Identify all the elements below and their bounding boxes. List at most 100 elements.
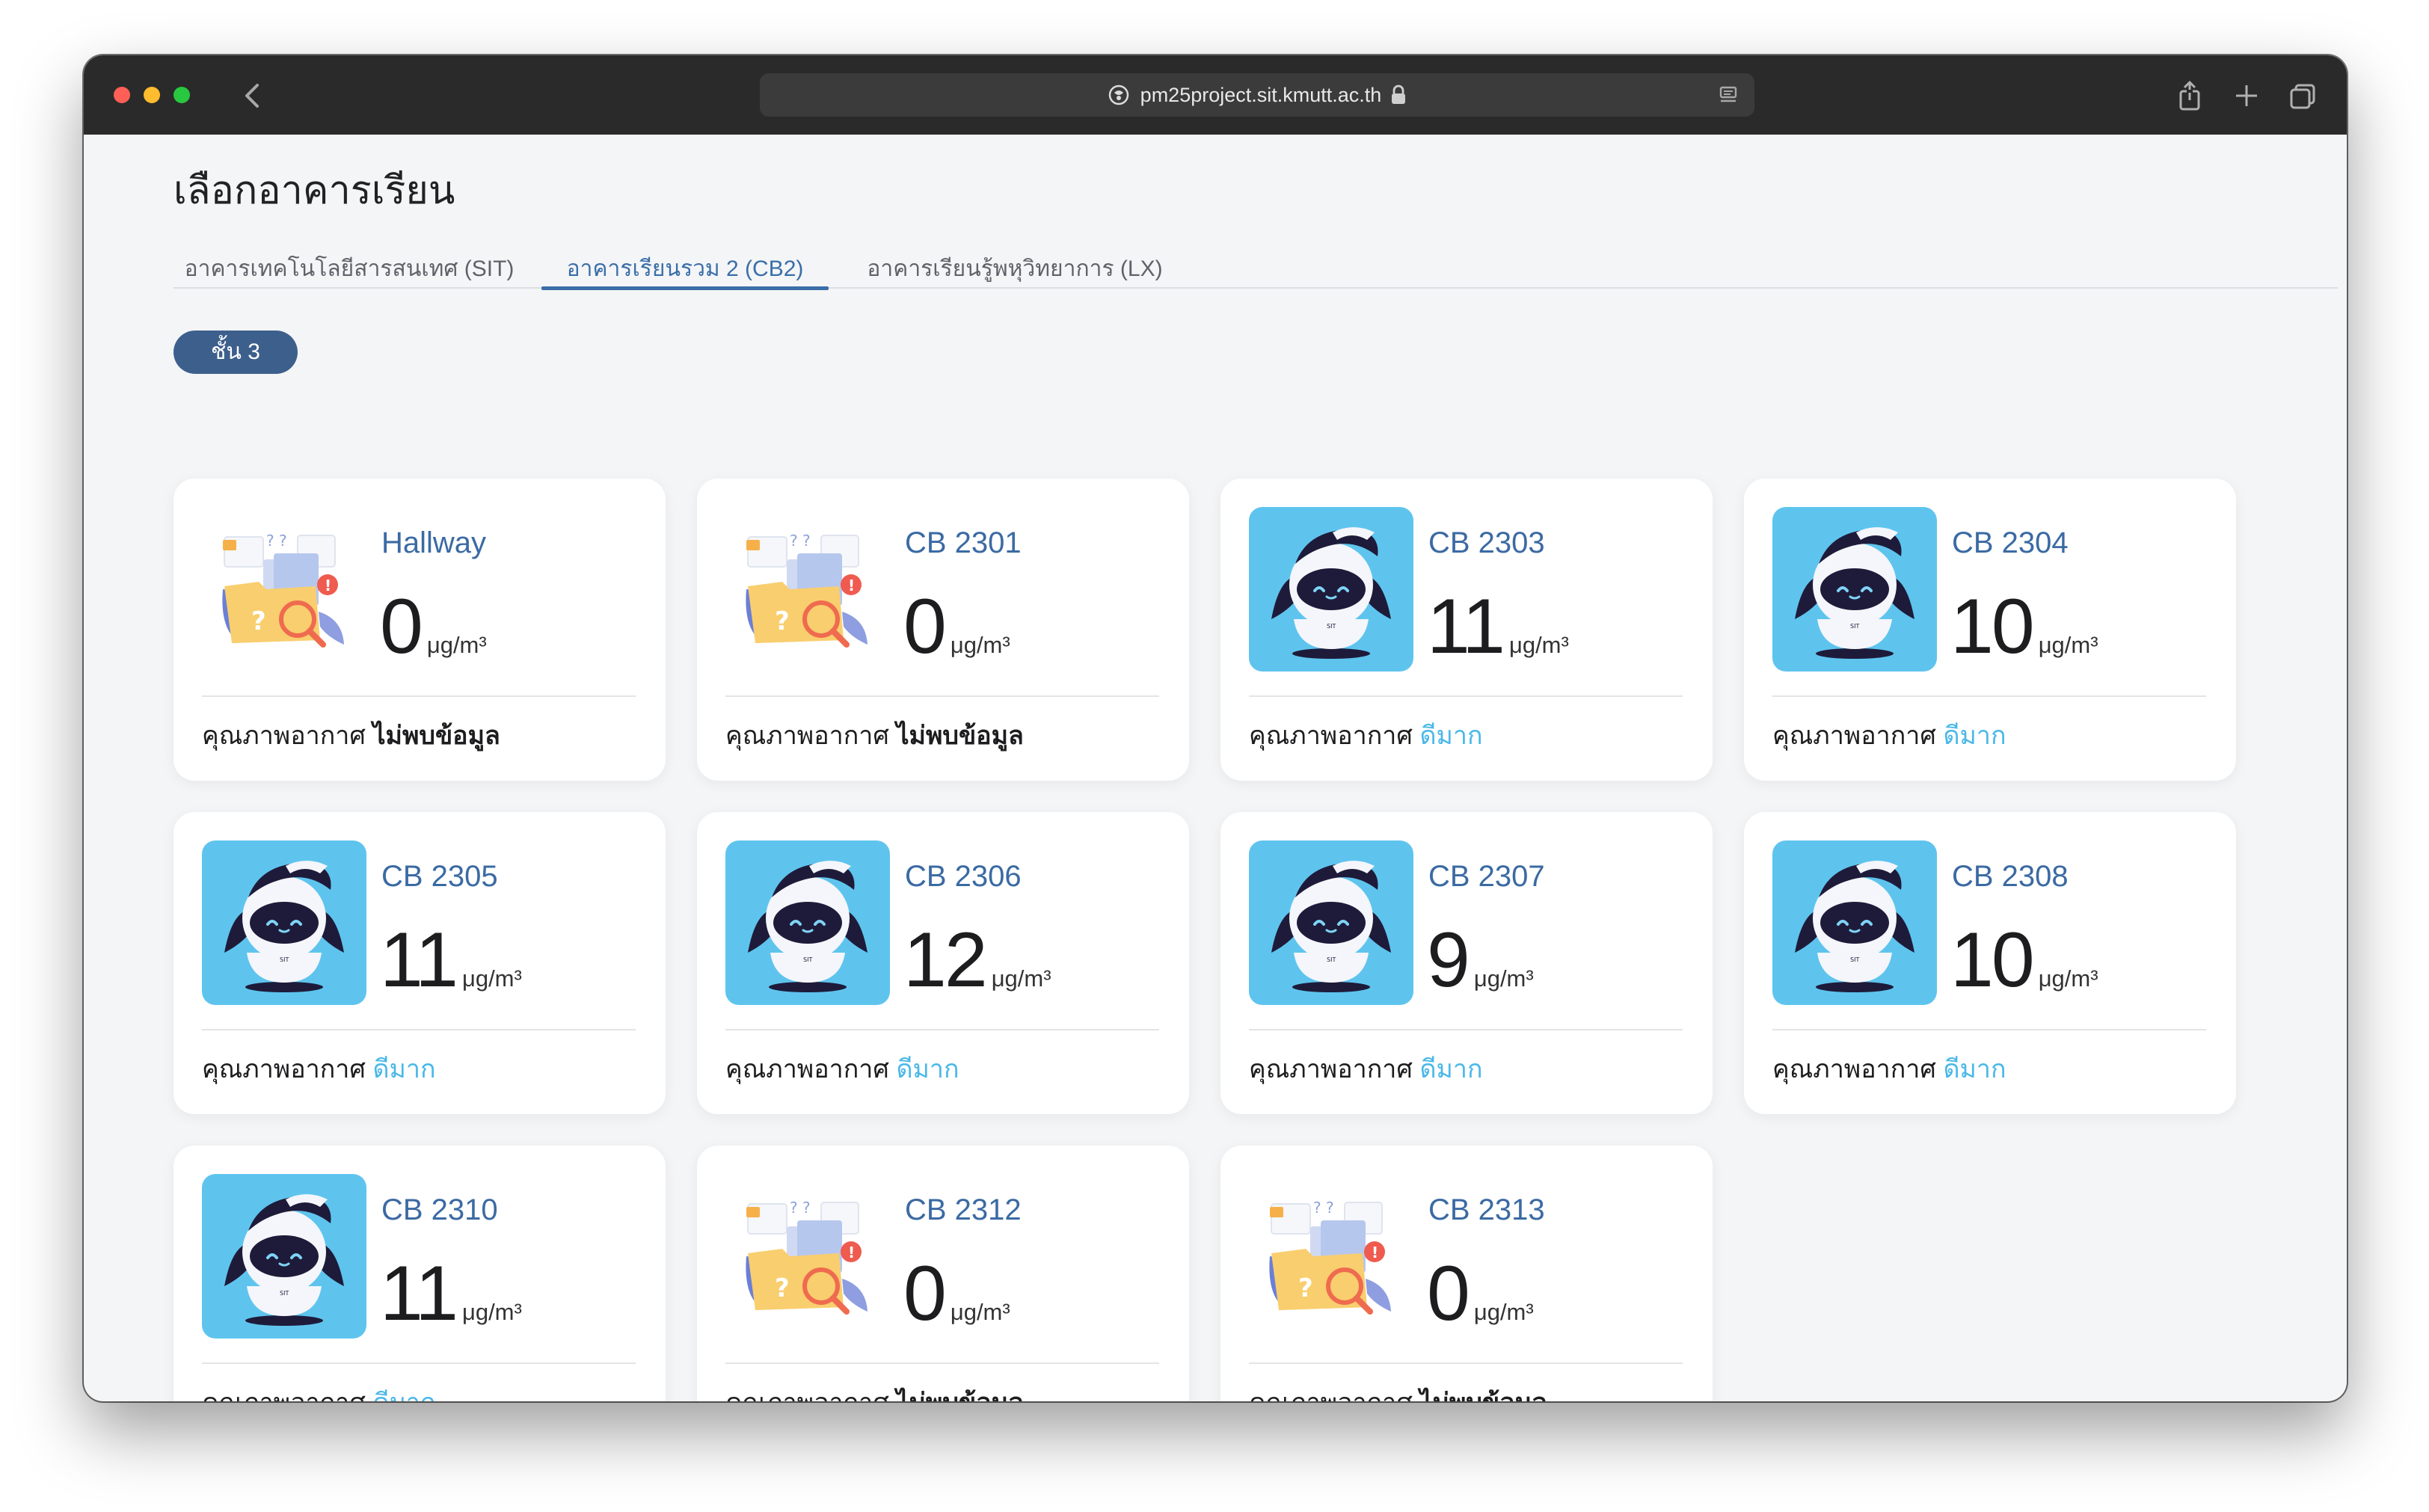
back-arrow-icon[interactable]	[230, 73, 275, 118]
robot-mascot-icon: SIT	[725, 840, 890, 1005]
air-quality-line: คุณภาพอากาศ ดีมาก	[725, 1048, 959, 1089]
pm25-unit: μg/m³	[991, 965, 1051, 992]
svg-text:? ?: ? ?	[790, 1199, 811, 1217]
card-divider	[725, 1029, 1159, 1030]
svg-text:SIT: SIT	[1327, 956, 1336, 963]
card-divider	[1249, 1362, 1683, 1364]
air-quality-line: คุณภาพอากาศ ไม่พบข้อมูล	[202, 715, 500, 755]
room-card[interactable]: SIT CB 2306 12 μg/m³ คุณภาพอากาศ ดีมาก	[697, 812, 1189, 1114]
pm25-unit: μg/m³	[1473, 1299, 1534, 1325]
room-card[interactable]: SIT CB 2310 11μg/m³ คุณภาพอากาศ ดีมาก	[174, 1146, 666, 1401]
folder-not-found-icon: ? ? ? !	[725, 507, 890, 672]
room-card[interactable]: SIT CB 2303 11 μg/m³ คุณภาพอากาศ ดีมาก	[1220, 479, 1713, 781]
card-divider	[1249, 1029, 1683, 1030]
robot-mascot-icon: SIT	[1772, 840, 1937, 1005]
pm25-unit: μg/m³	[1473, 965, 1534, 992]
room-card[interactable]: ? ? ? ! CB 2301 0 μg/m³ คุณภาพอากาศ ไม่พบข้…	[697, 479, 1189, 781]
svg-text:? ?: ? ?	[790, 532, 811, 550]
room-name: CB 2313	[1428, 1193, 1545, 1226]
pm25-value: 11	[380, 1250, 458, 1337]
svg-text:SIT: SIT	[1327, 623, 1336, 630]
room-card[interactable]: ? ? ? ! CB 2312 0μg/m³ คุณภาพอากาศ ไม่พบข้…	[697, 1146, 1189, 1401]
air-quality-status: ดีมาก	[372, 1389, 435, 1401]
pm25-reading: 11 μg/m³	[1427, 582, 1569, 690]
air-quality-line: คุณภาพอากาศ ไม่พบข้อมูล	[1249, 1382, 1547, 1401]
pm25-reading: 12 μg/m³	[903, 915, 1051, 1024]
pm25-reading: 0 μg/m³	[1427, 1249, 1534, 1357]
air-quality-line: คุณภาพอากาศ ดีมาก	[1772, 715, 2006, 755]
pm25-reading: 10 μg/m³	[1950, 915, 2098, 1024]
floor-selector-button[interactable]: ชั้น 3	[174, 331, 298, 374]
pm25-value: 11	[1427, 583, 1505, 670]
svg-text:?: ?	[775, 606, 790, 636]
room-card[interactable]: SIT CB 2308 10 μg/m³ คุณภาพอากาศ ดีมาก	[1744, 812, 2236, 1114]
air-quality-status: ดีมาก	[1943, 1055, 2006, 1084]
pm25-reading: 0 μg/m³	[903, 1249, 1010, 1357]
svg-text:?: ?	[251, 606, 266, 636]
page-title: เลือกอาคารเรียน	[174, 169, 455, 212]
air-quality-status: ไม่พบข้อมูล	[372, 722, 500, 750]
pm25-value: 10	[1950, 583, 2035, 670]
air-quality-line: คุณภาพอากาศ ดีมาก	[1249, 1048, 1483, 1089]
svg-text:SIT: SIT	[280, 956, 289, 963]
air-quality-status: ดีมาก	[896, 1055, 959, 1084]
maximize-window-button[interactable]	[174, 87, 190, 103]
air-quality-line: คุณภาพอากาศ ดีมาก	[1772, 1048, 2006, 1089]
pm25-value: 0	[380, 583, 423, 670]
room-card[interactable]: SIT CB 2305 11 μg/m³ คุณภาพอากาศ ดีมาก	[174, 812, 666, 1114]
room-card[interactable]: ? ? ? ! CB 2313 0μg/m³ คุณภาพอากาศ ไม่พบข้…	[1220, 1146, 1713, 1401]
air-quality-status: ไม่พบข้อมูล	[1419, 1389, 1547, 1401]
air-quality-label: คุณภาพอากาศ	[1249, 722, 1413, 750]
room-card[interactable]: SIT CB 2304 10 μg/m³ คุณภาพอากาศ ดีมาก	[1744, 479, 2236, 781]
room-name: CB 2304	[1952, 526, 2069, 559]
card-divider	[725, 1362, 1159, 1364]
air-quality-label: คุณภาพอากาศ	[202, 1055, 366, 1084]
air-quality-status: ดีมาก	[1419, 1055, 1483, 1084]
pm25-value: 12	[903, 917, 988, 1004]
room-name: CB 2310	[381, 1193, 498, 1226]
air-quality-status: ไม่พบข้อมูล	[896, 1389, 1023, 1401]
pm25-reading: 10 μg/m³	[1950, 582, 2098, 690]
card-divider	[202, 695, 636, 697]
room-name: CB 2301	[905, 526, 1022, 559]
svg-text:? ?: ? ?	[266, 532, 287, 550]
room-name: CB 2308	[1952, 860, 2069, 893]
svg-text:?: ?	[1298, 1273, 1313, 1303]
pm25-value: 11	[380, 917, 458, 1004]
room-card[interactable]: SIT CB 2307 9 μg/m³ คุณภาพอากาศ ดีมาก	[1220, 812, 1713, 1114]
room-name: CB 2305	[381, 860, 498, 893]
air-quality-label: คุณภาพอากาศ	[202, 1389, 366, 1401]
robot-mascot-icon: SIT	[1772, 507, 1937, 672]
svg-text:!: !	[848, 577, 855, 594]
tab-sit[interactable]: อาคารเทคโนโลยีสารสนเทศ (SIT)	[174, 247, 525, 289]
share-icon[interactable]	[2169, 75, 2211, 117]
new-tab-icon[interactable]	[2226, 75, 2267, 117]
pm25-unit: μg/m³	[950, 1299, 1010, 1325]
svg-text:SIT: SIT	[1850, 623, 1859, 630]
air-quality-label: คุณภาพอากาศ	[725, 722, 889, 750]
air-quality-label: คุณภาพอากาศ	[1249, 1389, 1413, 1401]
minimize-window-button[interactable]	[144, 87, 160, 103]
air-quality-label: คุณภาพอากาศ	[202, 722, 366, 750]
pm25-unit: μg/m³	[426, 632, 487, 658]
browser-window: pm25project.sit.kmutt.ac.th เลือกอาคารเร…	[84, 55, 2347, 1401]
folder-not-found-icon: ? ? ? !	[202, 507, 366, 672]
tab-cb2[interactable]: อาคารเรียนรวม 2 (CB2)	[541, 247, 829, 290]
air-quality-line: คุณภาพอากาศ ไม่พบข้อมูล	[725, 1382, 1024, 1401]
pm25-unit: μg/m³	[461, 965, 522, 992]
pm25-reading: 11 μg/m³	[380, 915, 522, 1024]
card-divider	[1772, 1029, 2206, 1030]
pm25-reading: 0 μg/m³	[380, 582, 487, 690]
room-name: CB 2312	[905, 1193, 1022, 1226]
pm25-unit: μg/m³	[1508, 632, 1569, 658]
tab-lx[interactable]: อาคารเรียนรู้พหุวิทยาการ (LX)	[847, 247, 1183, 289]
room-card[interactable]: ? ? ? ! Hallway 0 μg/m³ คุณภาพอากาศ ไม่พบข้…	[174, 479, 666, 781]
close-window-button[interactable]	[114, 87, 130, 103]
address-bar[interactable]: pm25project.sit.kmutt.ac.th	[760, 73, 1754, 117]
pm25-value: 9	[1427, 917, 1470, 1004]
reader-mode-icon[interactable]	[1717, 84, 1739, 106]
robot-mascot-icon: SIT	[202, 1174, 366, 1339]
tab-overview-icon[interactable]	[2282, 75, 2324, 117]
svg-text:!: !	[325, 577, 331, 594]
robot-mascot-icon: SIT	[202, 840, 366, 1005]
